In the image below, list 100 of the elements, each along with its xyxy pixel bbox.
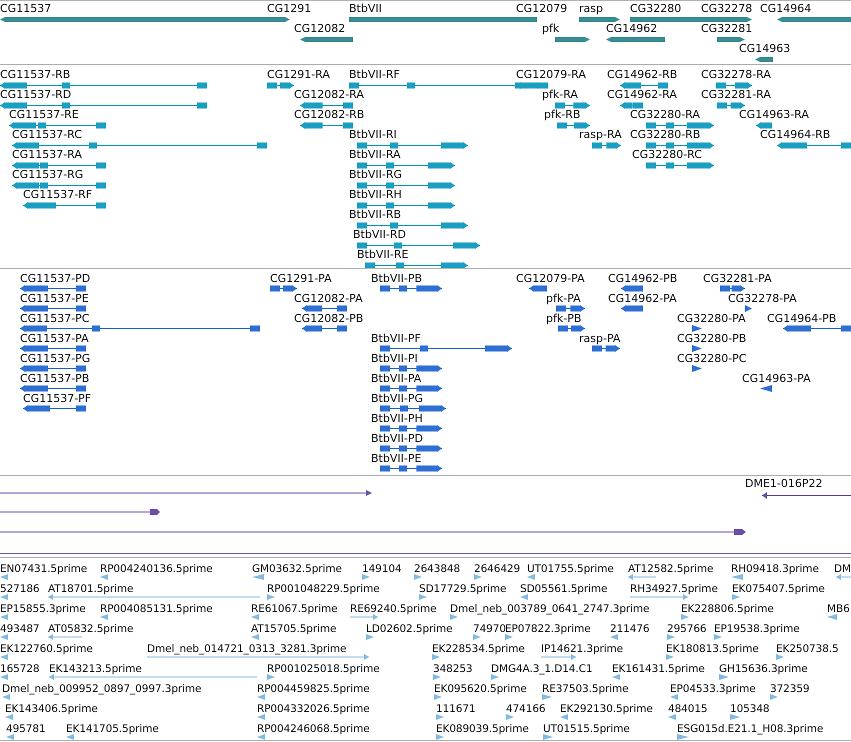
gene-label: pfk — [542, 23, 560, 35]
est-label: 165728 — [0, 663, 40, 675]
transcript-glyph — [300, 122, 353, 129]
est-label: 2646429 — [474, 563, 520, 575]
transcript-glyph — [717, 102, 745, 109]
protein-glyph — [380, 405, 446, 412]
est-label: 348253 — [433, 663, 472, 675]
est-glyph — [610, 634, 618, 640]
est-glyph — [474, 574, 482, 580]
est-label: Dmel_neb_009952_0897_0997.3prime — [2, 683, 202, 695]
transcript-glyph — [267, 82, 294, 89]
gene-glyph — [300, 36, 353, 43]
est-label: AT18701.5prime — [48, 583, 134, 595]
est-label: 295766 — [667, 623, 706, 635]
est-glyph — [450, 614, 458, 620]
protein-glyph — [556, 305, 585, 312]
protein-label: BtbVII-PE — [371, 453, 422, 465]
gene-label: CG32278 — [701, 3, 752, 15]
protein-glyph — [302, 305, 347, 312]
protein-glyph — [760, 385, 772, 392]
est-label: EK228534.5prime — [432, 643, 525, 655]
protein-label: BtbVII-PB — [371, 273, 422, 285]
transcript-label: CG12082-RA — [294, 89, 364, 101]
protein-label: CG11537-PB — [20, 373, 90, 385]
est-label: RP004332026.5prime — [257, 703, 370, 715]
transcript-label: BtbVII-RI — [349, 129, 397, 141]
protein-label: BtbVII-PG — [371, 393, 423, 405]
protein-glyph — [529, 285, 547, 292]
est-glyph — [267, 674, 275, 680]
est-label: EP19538.3prime — [714, 623, 800, 635]
gene-label: CG32280 — [630, 3, 682, 15]
protein-label: CG32280-PA — [677, 313, 746, 325]
est-glyph — [5, 714, 13, 720]
transcript-glyph — [646, 162, 714, 169]
transcript-label: CG11537-RB — [0, 69, 70, 81]
transcript-label: CG11537-RC — [12, 129, 82, 141]
est-glyph — [827, 614, 837, 620]
est-glyph — [520, 594, 528, 600]
est-label: DMG4A.3_1.D14.C1 — [491, 663, 592, 675]
est-label: EK180813.5prime — [666, 643, 759, 655]
est-glyph — [350, 614, 378, 620]
est-label: RE37503.5prime — [542, 683, 629, 695]
protein-label: CG11537-PD — [20, 273, 90, 285]
transcript-glyph — [620, 82, 668, 89]
est-glyph — [628, 574, 656, 580]
est-label: 493487 — [0, 623, 40, 635]
est-glyph — [541, 654, 576, 660]
transcript-label: CG32280-RB — [630, 129, 700, 141]
transcript-label: CG32281-RA — [701, 89, 771, 101]
transcript-label: CG11537-RE — [9, 109, 79, 121]
est-label: EK228806.5prime — [681, 603, 774, 615]
est-label: EK075407.5prime — [732, 583, 825, 595]
transcript-label: CG14963-RA — [739, 109, 809, 121]
est-label: 527186 — [0, 583, 40, 595]
est-glyph — [506, 714, 514, 720]
protein-label: CG11537-PG — [20, 353, 90, 365]
est-glyph — [257, 694, 265, 700]
est-label: UT01515.5prime — [543, 723, 630, 735]
protein-glyph — [692, 325, 702, 332]
est-glyph — [436, 734, 444, 740]
protein-glyph — [592, 345, 620, 352]
est-label: RH09418.3prime — [731, 563, 819, 575]
est-glyph — [2, 694, 10, 700]
transcript-label: BtbVII-RA — [349, 149, 401, 161]
est-glyph — [560, 714, 568, 720]
est-label: RP001025018.5prime — [267, 663, 380, 675]
transcript-label: BtbVII-RB — [349, 209, 402, 221]
est-label: AT05832.5prime — [48, 623, 134, 635]
transcript-label: CG11537-RA — [12, 149, 82, 161]
est-label: RP004085131.5prime — [100, 603, 213, 615]
transcript-label: BtbVII-RG — [349, 169, 402, 181]
est-glyph — [100, 614, 108, 620]
est-glyph — [730, 714, 740, 720]
est-label: EK292130.5prime — [560, 703, 653, 715]
protein-label: BtbVII-PF — [371, 333, 421, 345]
est-glyph — [251, 614, 259, 620]
est-label: EK161431.5prime — [612, 663, 705, 675]
protein-glyph — [380, 285, 442, 292]
transcript-glyph — [300, 102, 353, 109]
est-glyph — [612, 674, 620, 680]
est-label: 484015 — [668, 703, 708, 715]
protein-label: CG14962-PB — [608, 273, 678, 285]
est-label: RP004240136.5prime — [100, 563, 213, 575]
est-label: ESG015d.E21.1_H08.3prime — [677, 723, 824, 735]
protein-label: CG12082-PA — [294, 293, 363, 305]
gene-label: CG1291 — [267, 3, 312, 15]
transcript-label: CG14964-RB — [760, 129, 830, 141]
gene-label: CG12082 — [294, 23, 346, 35]
protein-label: CG12079-PA — [516, 273, 585, 285]
transcript-glyph — [620, 102, 643, 109]
transcript-label: CG11537-RF — [23, 189, 92, 201]
est-glyph — [836, 574, 851, 580]
transcript-label: CG32280-RA — [630, 109, 700, 121]
gene-glyph — [717, 36, 745, 43]
est-glyph — [0, 634, 8, 640]
est-glyph — [731, 574, 743, 580]
est-glyph — [0, 614, 8, 620]
est-glyph — [257, 714, 265, 720]
transcript-label: CG11537-RG — [12, 169, 84, 181]
protein-label: CG32280-PC — [677, 353, 746, 365]
